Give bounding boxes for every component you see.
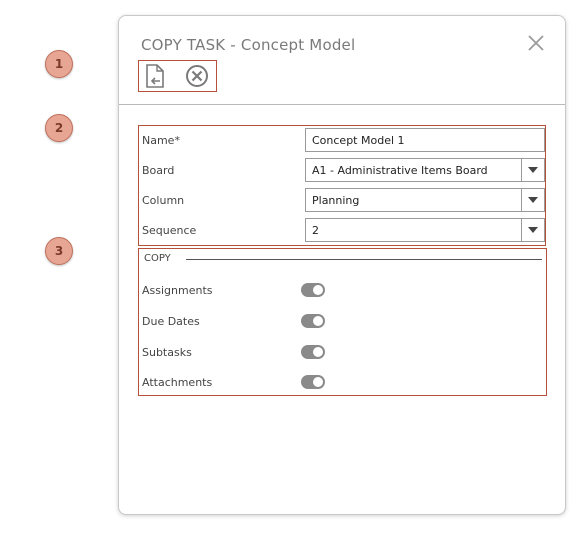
sequence-row: Sequence 2 xyxy=(142,218,545,242)
header-divider xyxy=(119,104,565,105)
toggle-knob xyxy=(313,377,323,387)
name-field[interactable] xyxy=(305,128,545,152)
name-row: Name* xyxy=(142,128,545,152)
toolbar xyxy=(138,60,217,92)
copy-section-heading: COPY xyxy=(144,253,171,264)
board-selected-value: A1 - Administrative Items Board xyxy=(312,163,488,177)
toggle-knob xyxy=(313,285,323,295)
column-label: Column xyxy=(142,193,185,207)
assignments-row: Assignments xyxy=(142,280,542,300)
cancel-circle-icon[interactable] xyxy=(185,64,209,88)
dialog-title: COPY TASK - Concept Model xyxy=(141,36,356,54)
sequence-label: Sequence xyxy=(142,223,197,237)
close-icon[interactable] xyxy=(527,34,545,52)
subtasks-label: Subtasks xyxy=(142,345,192,359)
sequence-select[interactable]: 2 xyxy=(305,218,545,242)
chevron-down-icon[interactable] xyxy=(521,159,544,181)
callout-2: 2 xyxy=(45,114,73,142)
subtasks-row: Subtasks xyxy=(142,342,542,362)
board-label: Board xyxy=(142,163,175,177)
copy-options-group: COPY Assignments Due Dates Subtasks Atta… xyxy=(138,248,547,396)
copy-document-icon[interactable] xyxy=(143,64,167,88)
toggle-knob xyxy=(313,316,323,326)
chevron-down-icon[interactable] xyxy=(521,189,544,211)
callout-1-label: 1 xyxy=(54,57,64,71)
copy-task-dialog: COPY TASK - Concept Model Name* Concept … xyxy=(118,15,566,515)
column-selected-value: Planning xyxy=(312,193,360,207)
board-select[interactable]: A1 - Administrative Items Board xyxy=(305,158,545,182)
attachments-row: Attachments xyxy=(142,372,542,392)
board-row: Board A1 - Administrative Items Board xyxy=(142,158,545,182)
due-dates-row: Due Dates xyxy=(142,311,542,331)
callout-2-label: 2 xyxy=(54,121,64,135)
attachments-toggle[interactable] xyxy=(301,375,325,389)
task-fields-group: Name* Board A1 - Administrative Items Bo… xyxy=(138,125,546,246)
callout-3-label: 3 xyxy=(54,244,64,258)
due-dates-toggle[interactable] xyxy=(301,314,325,328)
due-dates-label: Due Dates xyxy=(142,314,200,328)
column-row: Column Planning xyxy=(142,188,545,212)
name-input[interactable] xyxy=(312,133,544,147)
name-label: Name* xyxy=(142,133,180,147)
sequence-selected-value: 2 xyxy=(312,223,319,237)
assignments-toggle[interactable] xyxy=(301,283,325,297)
column-select[interactable]: Planning xyxy=(305,188,545,212)
callout-1: 1 xyxy=(45,50,73,78)
assignments-label: Assignments xyxy=(142,283,213,297)
attachments-label: Attachments xyxy=(142,375,213,389)
subtasks-toggle[interactable] xyxy=(301,345,325,359)
copy-section-divider xyxy=(186,259,542,260)
toggle-knob xyxy=(313,347,323,357)
chevron-down-icon[interactable] xyxy=(521,219,544,241)
callout-3: 3 xyxy=(45,237,73,265)
